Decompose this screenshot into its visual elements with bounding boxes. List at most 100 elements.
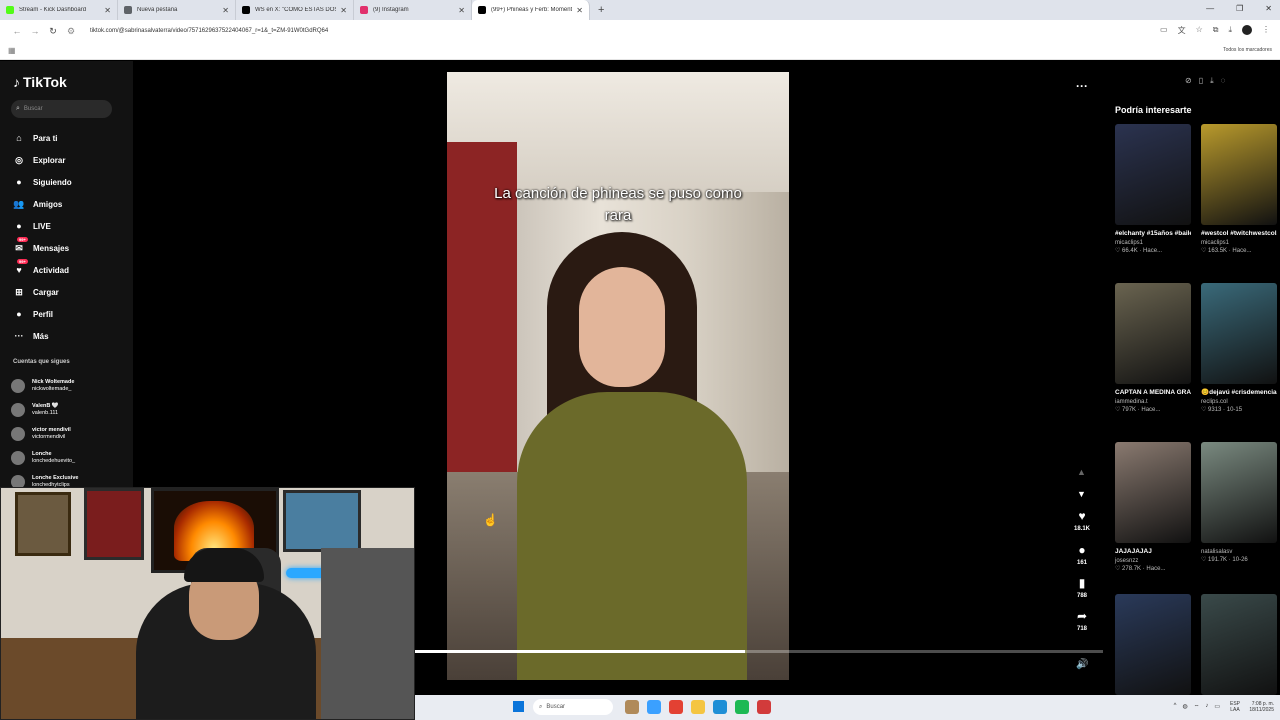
account-handle: victormendivil [32,434,66,440]
chevron-up-icon[interactable]: ^ [1174,703,1177,711]
taskbar-app-copilot[interactable] [647,700,661,714]
suggested-video[interactable]: #westcol #twitchwestcol... micaclips1 ♡ … [1201,124,1277,254]
tab-favicon-icon [242,6,250,14]
video-thumbnail[interactable] [1201,124,1277,225]
search-input[interactable]: ⌕ Buscar [11,100,112,118]
video-player[interactable]: La canción de phineas se puso como rara [447,72,789,680]
video-thumbnail[interactable] [1115,442,1191,543]
loading-icon[interactable]: ◌ [1221,76,1226,86]
video-progress-bar[interactable] [415,650,1103,653]
browser-tab[interactable]: (99+) Phineas y Ferb: Momento ✕ [472,0,590,20]
suggested-video[interactable]: CAPTAN A MEDINA GRABANDO... iammedina.t … [1115,283,1191,413]
input-language[interactable]: ESP LAA [1230,701,1240,713]
minimize-icon[interactable]: — [1206,4,1214,13]
speaker-icon[interactable]: ♪ [1205,703,1208,711]
comment-count: 161 [1076,560,1087,566]
browser-tab[interactable]: (9) Instagram ✕ [354,0,472,20]
battery-icon[interactable]: ▭ [1214,703,1220,711]
device-icon[interactable]: ▯ [1199,76,1203,86]
start-button[interactable] [513,701,524,712]
following-account[interactable]: ValenB 🤍 valenb.111 [11,398,78,422]
reload-icon[interactable]: ↻ [44,26,62,37]
suggested-video[interactable] [1201,594,1277,701]
taskbar-app-chrome[interactable] [669,700,683,714]
taskbar-app-widgets[interactable] [625,700,639,714]
taskbar-app-edge[interactable] [713,700,727,714]
close-tab-icon[interactable]: ✕ [222,6,229,15]
close-tab-icon[interactable]: ✕ [340,6,347,15]
maximize-icon[interactable]: ❐ [1236,4,1243,13]
more-options-icon[interactable]: ··· [1076,79,1088,93]
url-field[interactable]: tiktok.com/@sabrinasalvaterra/video/7571… [90,28,328,34]
nav-item-para-ti[interactable]: ⌂ Para ti [13,127,72,149]
site-info-icon[interactable]: ⚙ [62,26,80,37]
browser-tab[interactable]: Nueva pestaña ✕ [118,0,236,20]
clock[interactable]: 7:08 p. m. 18/11/2025 [1249,701,1274,713]
back-icon[interactable]: ← [8,26,26,36]
menu-icon[interactable]: ⋮ [1262,25,1270,36]
apps-grid-icon[interactable]: ▦ [8,46,16,55]
pip-icon[interactable]: ⊘ [1185,76,1192,86]
nav-item-explorar[interactable]: ◎ Explorar [13,149,72,171]
following-account[interactable]: Nick Woltemade nickwoltemade_ [11,374,78,398]
suggested-video[interactable]: natalisalasv ♡ 191.7K · 10-26 [1201,442,1277,563]
video-thumbnail[interactable] [1115,124,1191,225]
nav-item-actividad[interactable]: ♥ 99+ Actividad [13,259,72,281]
nav-item-cargar[interactable]: ⊞ Cargar [13,281,72,303]
browser-tab-strip: Stream - Kick Dashboard ✕ Nueva pestaña ✕ WS… [0,0,1280,20]
video-meta: ♡ 163.5K · Hace... [1201,248,1252,254]
browser-tab[interactable]: WS en X: "COMO ESTAS DOS F ✕ [236,0,354,20]
close-tab-icon[interactable]: ✕ [104,6,111,15]
extensions-icon[interactable]: ⧉ [1213,25,1219,36]
video-thumbnail[interactable] [1115,594,1191,695]
taskbar-search[interactable]: ⌕ Buscar [533,699,613,715]
profile-avatar[interactable] [1242,25,1252,35]
download-icon[interactable]: ⤓ [1228,25,1232,36]
volume-icon[interactable]: 🔊 [1076,659,1088,670]
suggested-video[interactable]: JAJAJAJAJ josesnzz ♡ 278.7K · Hace... [1115,442,1191,572]
wifi-icon[interactable]: ⌔ [1194,703,1200,711]
close-tab-icon[interactable]: ✕ [458,6,465,15]
nav-item-mensajes[interactable]: ✉ 99+ Mensajes [13,237,72,259]
nav-item-live[interactable]: ● LIVE [13,215,72,237]
nav-item-siguiendo[interactable]: ● Siguiendo [13,171,71,193]
download-video-icon[interactable]: ⤓ [1210,76,1214,86]
home-icon: ⌂ [16,133,22,143]
video-thumbnail[interactable] [1201,442,1277,543]
video-thumbnail[interactable] [1201,594,1277,695]
nav-item-label: Perfil [33,309,54,319]
suggested-video[interactable] [1115,594,1191,701]
nav-item-amigos[interactable]: 👥 Amigos [13,193,72,215]
taskbar-app-explorer[interactable] [691,700,705,714]
nav-item-label: Mensajes [33,243,70,253]
translate-icon[interactable]: 文 [1178,25,1186,36]
suggested-video[interactable]: 😊dejavú #crisdemencia... reclips.col ♡ 9… [1201,283,1277,413]
next-video-icon[interactable]: ▼ [1077,489,1086,499]
close-tab-icon[interactable]: ✕ [576,6,583,15]
comment-button[interactable]: ● 161 [1065,543,1099,566]
video-thumbnail[interactable] [1115,283,1191,384]
account-handle: nickwoltemade_ [32,386,72,392]
like-button[interactable]: ♥ 18.1K [1065,509,1099,532]
suggested-video[interactable]: #elchanty #15años #baile #cancion micacl… [1115,124,1191,254]
taskbar-app-obs[interactable] [757,700,771,714]
all-bookmarks-link[interactable]: Todos los marcadores [1223,47,1272,53]
following-account[interactable]: victor mendivil victormendivil [11,422,78,446]
bookmark-star-icon[interactable]: ☆ [1196,25,1203,36]
previous-video-icon[interactable]: ▲ [1077,467,1086,477]
cast-icon[interactable]: ▭ [1160,25,1168,36]
nav-item-más[interactable]: ··· Más [13,325,72,347]
following-account[interactable]: Lonche lonchedehuevito_ [11,446,78,470]
tiktok-logo[interactable]: ♪ TikTok [13,74,67,90]
close-window-icon[interactable]: ✕ [1265,4,1272,13]
network-icon[interactable]: ◍ [1182,703,1187,711]
tab-label: (9) Instagram [373,7,409,13]
nav-item-perfil[interactable]: ● Perfil [13,303,72,325]
new-tab-button[interactable]: + [598,4,604,16]
browser-tab[interactable]: Stream - Kick Dashboard ✕ [0,0,118,20]
forward-icon[interactable]: → [26,26,44,36]
taskbar-app-spotify[interactable] [735,700,749,714]
video-thumbnail[interactable] [1201,283,1277,384]
save-button[interactable]: ▮ 788 [1065,576,1099,599]
share-button[interactable]: ➦ 718 [1065,609,1099,632]
